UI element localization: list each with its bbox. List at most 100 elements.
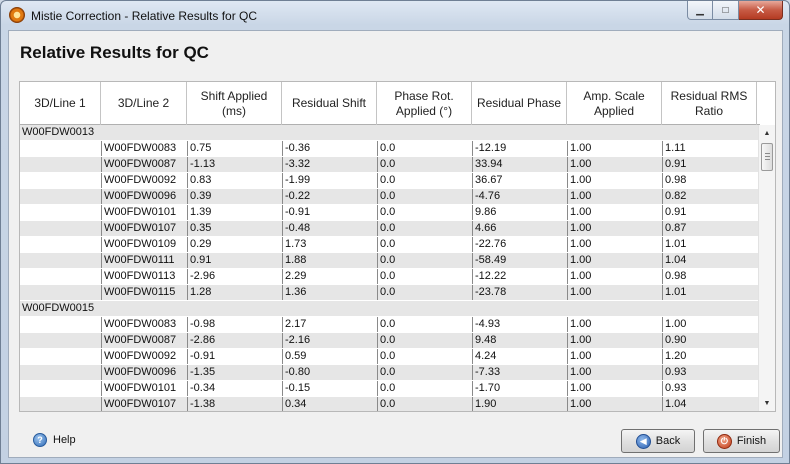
help-link[interactable]: ? Help <box>33 433 76 447</box>
finish-button[interactable]: ⏻ Finish <box>703 429 780 453</box>
table-row[interactable]: W00FDW0109 0.29 1.73 0.0 -22.76 1.00 1.01 <box>20 237 760 253</box>
column-header[interactable]: Residual Phase <box>472 82 567 125</box>
table-row[interactable]: W00FDW0096 0.39 -0.22 0.0 -4.76 1.00 0.82 <box>20 189 760 205</box>
maximize-button[interactable]: □ <box>713 1 739 20</box>
table-cell: 4.24 <box>472 349 567 364</box>
table-cell <box>20 381 101 396</box>
thumb-grip <box>765 156 770 157</box>
table-row[interactable]: W00FDW0092 -0.91 0.59 0.0 4.24 1.00 1.20 <box>20 349 760 365</box>
table-cell: -0.98 <box>187 317 282 332</box>
scroll-down-button[interactable]: ▼ <box>759 395 775 411</box>
results-table[interactable]: 3D/Line 1 3D/Line 2 Shift Applied (ms) Resi… <box>19 81 776 412</box>
table-cell <box>20 157 101 172</box>
table-row[interactable]: W00FDW0087 -1.13 -3.32 0.0 33.94 1.00 0.91 <box>20 157 760 173</box>
table-cell: 0.0 <box>377 317 472 332</box>
table-cell: 0.0 <box>377 269 472 284</box>
table-row[interactable]: W00FDW0113 -2.96 2.29 0.0 -12.22 1.00 0.98 <box>20 269 760 285</box>
help-label: Help <box>53 434 76 446</box>
table-cell <box>20 285 101 300</box>
close-button[interactable]: ✕ <box>739 1 783 20</box>
minimize-icon: ▁ <box>696 4 704 16</box>
table-cell: 1.01 <box>662 237 757 252</box>
window-controls: ▁ □ ✕ <box>687 1 783 20</box>
table-cell: 1.00 <box>567 381 662 396</box>
table-cell: 1.28 <box>187 285 282 300</box>
help-icon: ? <box>33 433 47 447</box>
table-cell: 0.91 <box>187 253 282 268</box>
table-cell: W00FDW0115 <box>101 285 187 300</box>
table-cell: 0.35 <box>187 221 282 236</box>
scroll-up-button[interactable]: ▲ <box>759 125 775 141</box>
table-cell <box>20 141 101 156</box>
table-cell: 1.00 <box>567 141 662 156</box>
group-line-name: W00FDW0013 <box>22 126 95 138</box>
table-cell: 1.01 <box>662 285 757 300</box>
table-cell: 1.88 <box>282 253 377 268</box>
table-cell: -0.48 <box>282 221 377 236</box>
table-cell: 1.00 <box>567 237 662 252</box>
table-cell: 0.90 <box>662 333 757 348</box>
table-cell: 2.29 <box>282 269 377 284</box>
table-cell <box>662 125 757 140</box>
table-cell: -0.91 <box>187 349 282 364</box>
table-row[interactable]: W00FDW0096 -1.35 -0.80 0.0 -7.33 1.00 0.93 <box>20 365 760 381</box>
table-cell: 0.0 <box>377 397 472 411</box>
table-cell <box>662 301 757 316</box>
column-header[interactable]: Amp. Scale Applied <box>567 82 662 125</box>
table-cell: 0.83 <box>187 173 282 188</box>
table-cell: 0.0 <box>377 221 472 236</box>
back-button[interactable]: ◀ Back <box>621 429 695 453</box>
table-row[interactable]: W00FDW0083 0.75 -0.36 0.0 -12.19 1.00 1.11 <box>20 141 760 157</box>
table-row[interactable]: W00FDW0101 1.39 -0.91 0.0 9.86 1.00 0.91 <box>20 205 760 221</box>
table-cell: 1.00 <box>567 365 662 380</box>
table-row[interactable]: W00FDW0101 -0.34 -0.15 0.0 -1.70 1.00 0.93 <box>20 381 760 397</box>
table-cell: W00FDW0096 <box>101 189 187 204</box>
table-cell <box>20 333 101 348</box>
dialog-window: Mistie Correction - Relative Results for… <box>0 0 790 464</box>
table-cell: 0.0 <box>377 189 472 204</box>
table-row[interactable]: W00FDW0115 1.28 1.36 0.0 -23.78 1.00 1.01 <box>20 285 760 301</box>
table-cell <box>20 397 101 411</box>
title-bar[interactable]: Mistie Correction - Relative Results for… <box>1 1 789 29</box>
thumb-grip <box>765 153 770 154</box>
group-row[interactable]: W00FDW0013 <box>20 125 760 141</box>
table-cell: -4.76 <box>472 189 567 204</box>
table-cell: 1.73 <box>282 237 377 252</box>
table-row[interactable]: W00FDW0083 -0.98 2.17 0.0 -4.93 1.00 1.00 <box>20 317 760 333</box>
column-header[interactable]: 3D/Line 2 <box>101 82 187 125</box>
table-cell: 0.0 <box>377 157 472 172</box>
table-cell: 0.87 <box>662 221 757 236</box>
table-row[interactable]: W00FDW0087 -2.86 -2.16 0.0 9.48 1.00 0.90 <box>20 333 760 349</box>
group-row[interactable]: W00FDW0015 <box>20 301 760 317</box>
table-cell: 0.0 <box>377 333 472 348</box>
table-row[interactable]: W00FDW0111 0.91 1.88 0.0 -58.49 1.00 1.04 <box>20 253 760 269</box>
table-cell: 0.39 <box>187 189 282 204</box>
table-cell: 1.36 <box>282 285 377 300</box>
page-title: Relative Results for QC <box>20 43 209 62</box>
column-header[interactable]: Residual Shift <box>282 82 377 125</box>
table-row[interactable]: W00FDW0107 0.35 -0.48 0.0 4.66 1.00 0.87 <box>20 221 760 237</box>
column-header[interactable]: Phase Rot. Applied (°) <box>377 82 472 125</box>
window-title: Mistie Correction - Relative Results for… <box>31 9 258 23</box>
table-cell: -23.78 <box>472 285 567 300</box>
maximize-icon: □ <box>722 4 729 16</box>
minimize-button[interactable]: ▁ <box>687 1 713 20</box>
table-row[interactable]: W00FDW0092 0.83 -1.99 0.0 36.67 1.00 0.98 <box>20 173 760 189</box>
table-cell: 0.93 <box>662 365 757 380</box>
table-cell: 36.67 <box>472 173 567 188</box>
column-header[interactable]: Residual RMS Ratio <box>662 82 757 125</box>
table-body: W00FDW0013 W00FDW0083 0.75 -0.36 0.0 -12.19 1.… <box>20 125 760 411</box>
table-cell: 1.00 <box>567 317 662 332</box>
column-header[interactable]: Shift Applied (ms) <box>187 82 282 125</box>
table-cell: 0.0 <box>377 173 472 188</box>
table-row[interactable]: W00FDW0107 -1.38 0.34 0.0 1.90 1.00 1.04 <box>20 397 760 411</box>
scroll-thumb[interactable] <box>761 143 773 171</box>
finish-label: Finish <box>736 435 767 447</box>
table-cell: -1.70 <box>472 381 567 396</box>
column-header[interactable]: 3D/Line 1 <box>20 82 101 125</box>
table-cell: 0.98 <box>662 269 757 284</box>
table-cell: 9.48 <box>472 333 567 348</box>
table-cell: -0.15 <box>282 381 377 396</box>
vertical-scrollbar[interactable]: ▲ ▼ <box>758 125 775 411</box>
table-cell: 1.11 <box>662 141 757 156</box>
